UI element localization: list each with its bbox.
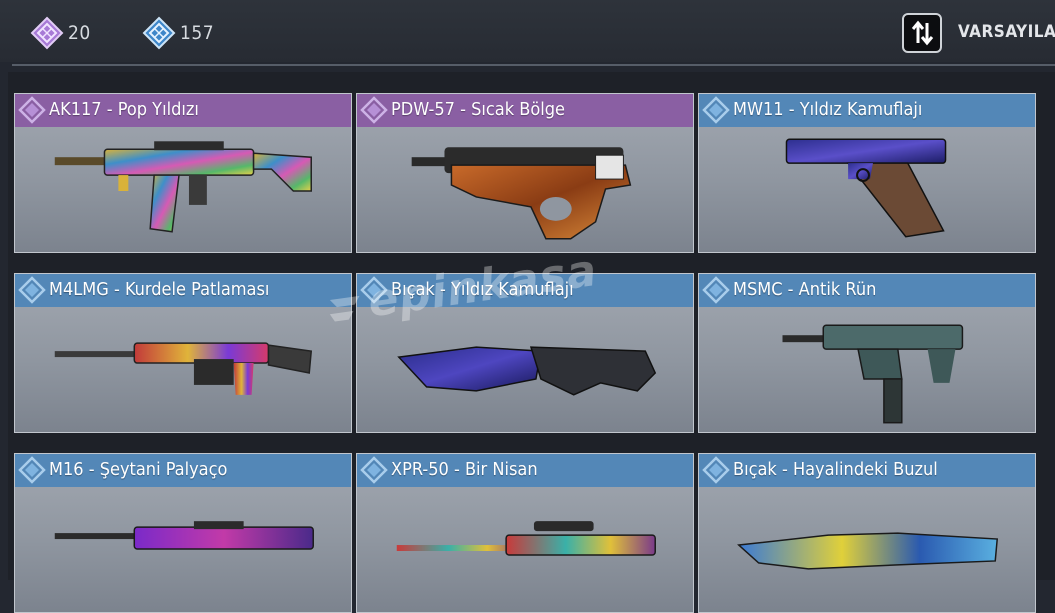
item-card[interactable]: PDW-57 - Sıcak Bölge xyxy=(356,93,694,253)
rarity-diamond-icon xyxy=(18,96,46,124)
blue-currency-amount: 157 xyxy=(180,22,215,44)
item-title: AK117 - Pop Yıldızı xyxy=(49,99,199,120)
item-title: MSMC - Antik Rün xyxy=(733,279,877,300)
item-title: MW11 - Yıldız Kamuflajı xyxy=(733,99,923,120)
item-title: M16 - Şeytani Palyaço xyxy=(49,459,228,480)
smg-icon xyxy=(782,324,964,424)
card-header: MSMC - Antik Rün xyxy=(699,274,1035,307)
item-title: Bıçak - Hayalindeki Buzul xyxy=(733,459,938,480)
sort-label[interactable]: VARSAYILAN xyxy=(958,22,1055,42)
card-header: AK117 - Pop Yıldızı xyxy=(15,94,351,127)
item-card[interactable]: AK117 - Pop Yıldızı xyxy=(14,93,352,253)
card-header: PDW-57 - Sıcak Bölge xyxy=(357,94,693,127)
machine-gun-icon xyxy=(54,342,313,395)
item-card[interactable]: Bıçak - Yıldız Kamuflajı xyxy=(356,273,694,433)
item-card[interactable]: M4LMG - Kurdele Patlaması xyxy=(14,273,352,433)
rarity-diamond-icon xyxy=(360,276,388,304)
rifle-icon xyxy=(54,141,312,233)
card-header: Bıçak - Hayalindeki Buzul xyxy=(699,454,1035,487)
purple-currency-amount: 20 xyxy=(68,22,91,44)
item-card[interactable]: MSMC - Antik Rün xyxy=(698,273,1036,433)
purple-currency: 20 xyxy=(30,16,91,50)
rifle-icon xyxy=(54,521,314,550)
blue-diamond-icon xyxy=(142,16,176,50)
card-header: MW11 - Yıldız Kamuflajı xyxy=(699,94,1035,127)
item-title: PDW-57 - Sıcak Bölge xyxy=(391,99,565,120)
item-card[interactable]: MW11 - Yıldız Kamuflajı xyxy=(698,93,1036,253)
card-header: XPR-50 - Bir Nisan xyxy=(357,454,693,487)
item-title: XPR-50 - Bir Nisan xyxy=(391,459,538,480)
sniper-icon xyxy=(396,521,656,556)
item-title: M4LMG - Kurdele Patlaması xyxy=(49,279,270,300)
purple-diamond-icon xyxy=(30,16,64,50)
item-card[interactable]: M16 - Şeytani Palyaço xyxy=(14,453,352,613)
pistol-icon xyxy=(785,138,947,238)
rarity-diamond-icon xyxy=(360,456,388,484)
item-title: Bıçak - Yıldız Kamuflajı xyxy=(391,279,574,300)
rarity-diamond-icon xyxy=(702,456,730,484)
sort-arrows-icon xyxy=(911,20,934,46)
knife-icon xyxy=(737,532,999,570)
card-header: M4LMG - Kurdele Patlaması xyxy=(15,274,351,307)
card-header: Bıçak - Yıldız Kamuflajı xyxy=(357,274,693,307)
item-card[interactable]: XPR-50 - Bir Nisan xyxy=(356,453,694,613)
rarity-diamond-icon xyxy=(702,96,730,124)
rarity-diamond-icon xyxy=(360,96,388,124)
sort-button[interactable] xyxy=(902,13,942,53)
rarity-diamond-icon xyxy=(18,276,46,304)
divider xyxy=(12,64,1055,66)
blue-currency: 157 xyxy=(142,16,215,50)
knife-icon xyxy=(397,346,657,396)
card-header: M16 - Şeytani Palyaço xyxy=(15,454,351,487)
item-card[interactable]: Bıçak - Hayalindeki Buzul xyxy=(698,453,1036,613)
smg-icon xyxy=(411,147,632,240)
rarity-diamond-icon xyxy=(702,276,730,304)
rarity-diamond-icon xyxy=(18,456,46,484)
